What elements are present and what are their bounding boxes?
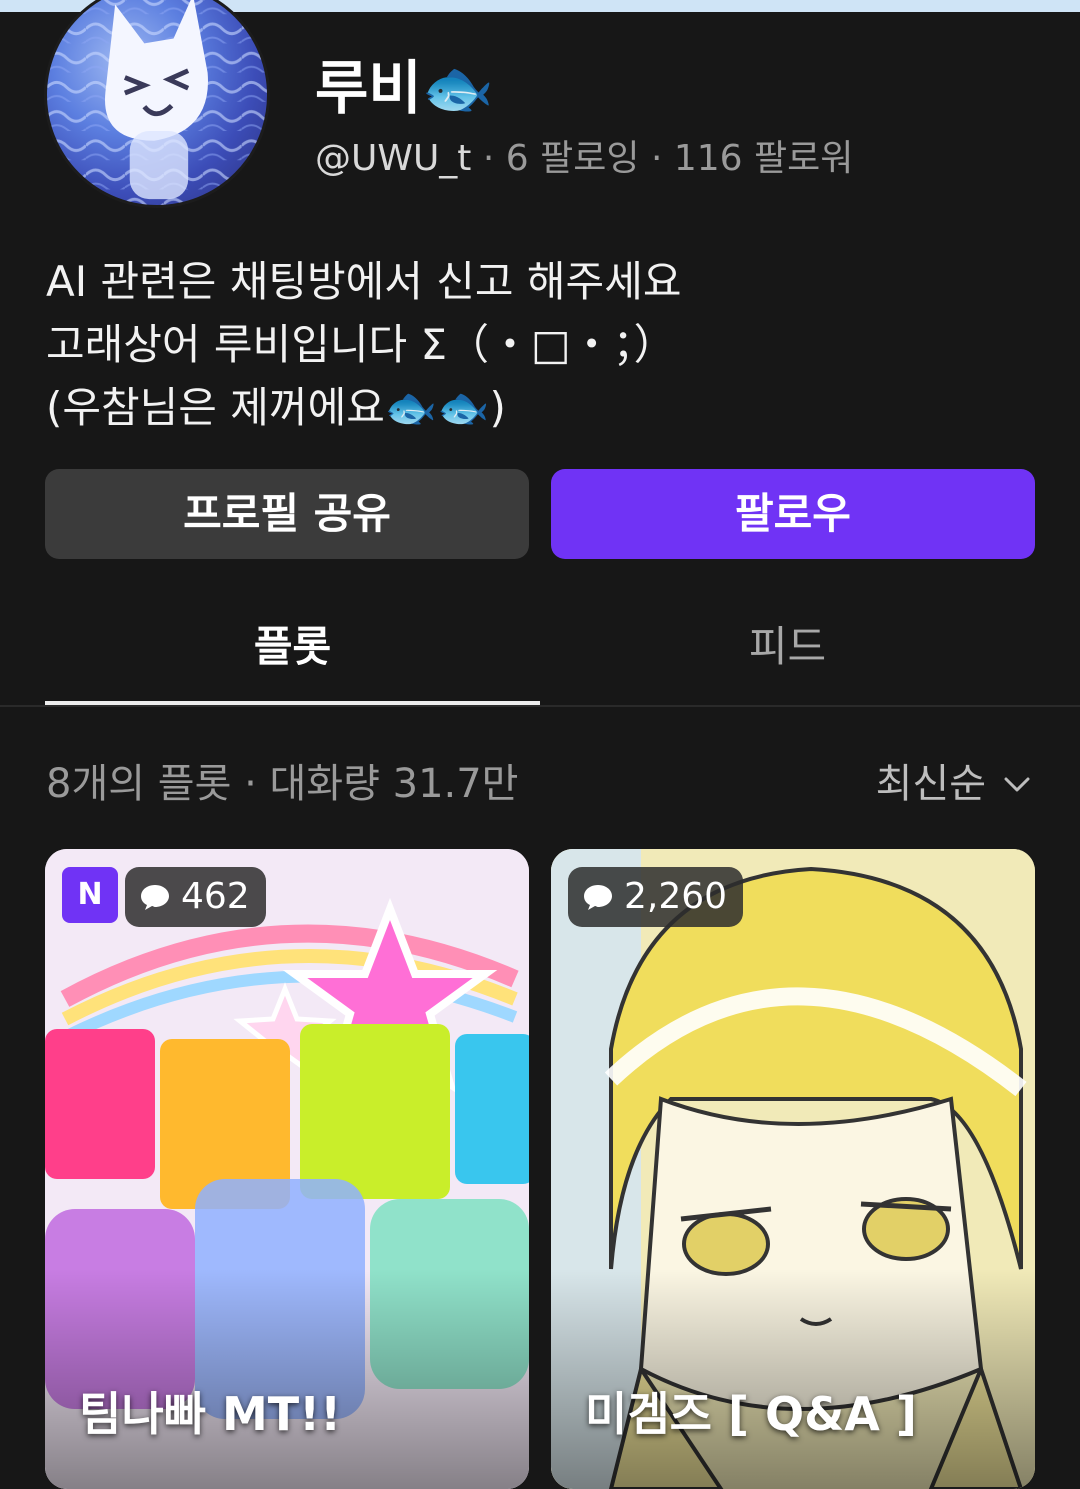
bio-line: (우참님은 제꺼에요🐟🐟) (46, 383, 506, 432)
profile-bio: AI 관련은 채팅방에서 신고 해주세요 고래상어 루비입니다 Σ（・□・；） … (46, 250, 1036, 439)
bio-line: AI 관련은 채팅방에서 신고 해주세요 (46, 257, 682, 306)
chat-count-pill: 462 (125, 867, 266, 927)
sort-dropdown[interactable]: 최신순 (876, 756, 1034, 812)
plot-title: 미겜즈 [ Q&A ] (585, 1387, 917, 1441)
tab-divider (0, 705, 1080, 707)
thumbnail-shade (45, 1269, 529, 1489)
follow-button[interactable]: 팔로우 (551, 469, 1035, 559)
share-profile-button[interactable]: 프로필 공유 (45, 469, 529, 559)
chat-count: 2,260 (624, 876, 728, 917)
display-name: 루비🐟 (315, 54, 494, 122)
following-count[interactable]: · 6 팔로잉 (483, 138, 640, 179)
chat-count: 462 (181, 876, 250, 917)
new-badge: N (62, 867, 118, 923)
user-handle: @UWU_t (315, 138, 472, 179)
bio-line: 고래상어 루비입니다 Σ（・□・；） (46, 320, 676, 369)
chevron-down-icon (1004, 777, 1030, 792)
plot-card[interactable]: N 462 팀나빠 MT!! (45, 849, 529, 1489)
sort-label: 최신순 (875, 761, 986, 807)
thumbnail-shade (551, 1269, 1035, 1489)
tab-plots[interactable]: 플롯 (45, 612, 540, 682)
plot-title: 팀나빠 MT!! (79, 1387, 342, 1441)
chat-count-pill: 2,260 (568, 867, 744, 927)
profile-stats: @UWU_t · 6 팔로잉 · 116 팔로워 (315, 136, 853, 182)
profile-avatar[interactable] (44, 0, 270, 208)
follower-count[interactable]: · 116 팔로워 (651, 138, 853, 179)
avatar-image (47, 0, 267, 205)
tab-feed[interactable]: 피드 (540, 612, 1035, 682)
chat-bubble-icon (141, 885, 169, 910)
chat-bubble-icon (584, 885, 612, 910)
plot-summary: 8개의 플롯 · 대화량 31.7만 (46, 761, 519, 807)
plot-card[interactable]: 2,260 미겜즈 [ Q&A ] (551, 849, 1035, 1489)
